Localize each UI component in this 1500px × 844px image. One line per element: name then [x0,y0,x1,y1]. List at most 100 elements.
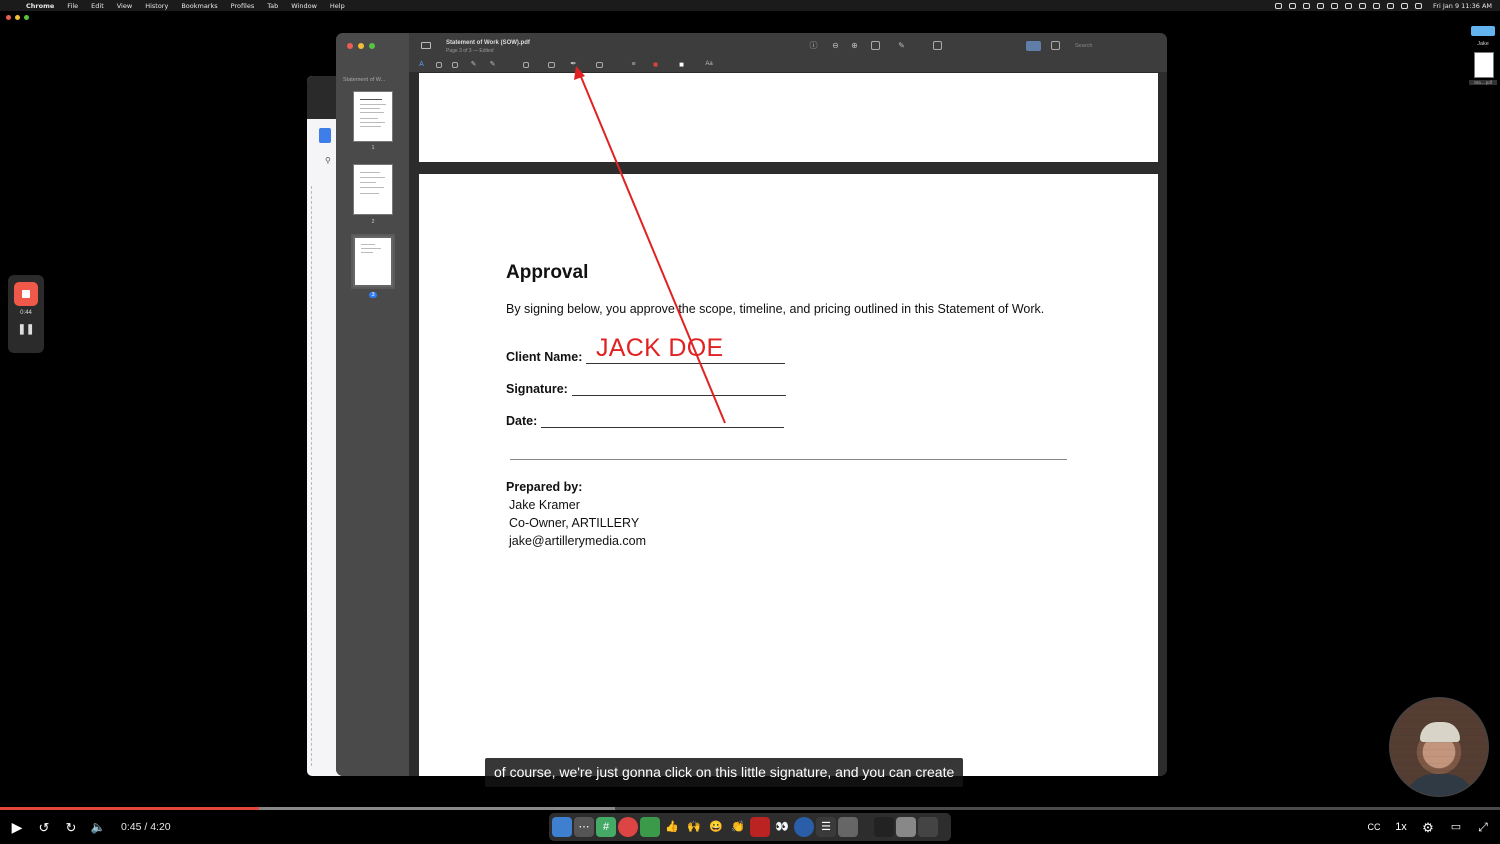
page-thumbnail-3[interactable] [351,234,395,289]
border-color-icon[interactable]: ■ [651,60,660,69]
play-icon[interactable]: ▶ [8,811,26,844]
menu-app-name[interactable]: Chrome [26,2,54,10]
macos-menu-bar: Chrome File Edit View History Bookmarks … [0,0,1500,11]
launchpad-icon[interactable]: ⋯ [574,817,594,837]
form-filling-icon[interactable] [1051,41,1060,50]
stop-recording-button[interactable] [14,282,38,306]
rewind-icon[interactable]: ↺ [35,811,53,844]
docs-icon[interactable] [319,128,331,143]
rectangular-selection-icon[interactable] [436,62,442,68]
messages-icon[interactable] [640,817,660,837]
volume-icon[interactable]: 🔈 [89,811,107,844]
record-app-icon[interactable] [750,817,770,837]
sidebar-toggle-icon[interactable] [421,42,431,49]
status-icon[interactable] [1289,2,1297,9]
captions-icon[interactable]: CC [1364,811,1384,844]
miniplayer-icon[interactable]: ▭ [1446,811,1466,844]
status-icon[interactable] [1331,2,1339,9]
clap-icon[interactable]: 👏 [728,817,748,837]
status-icon[interactable] [1275,2,1283,9]
close-icon[interactable] [6,15,11,20]
date-line[interactable] [541,416,785,428]
share-icon[interactable] [871,41,880,50]
preview-toolbar: Statement of Work (SOW).pdf Page 3 of 3 … [409,33,1167,73]
client-name-value[interactable]: JACK DOE [596,334,723,363]
draw-icon[interactable]: ✎ [488,60,497,69]
menu-window[interactable]: Window [291,2,317,10]
app-store-icon[interactable] [794,817,814,837]
close-icon[interactable] [347,43,353,49]
menu-tab[interactable]: Tab [267,2,278,10]
video-time: 0:45 / 4:20 [121,821,171,833]
page-thumbnail-1[interactable] [353,91,393,142]
maximize-icon[interactable] [24,15,29,20]
signature-icon[interactable]: ✒ [569,59,578,68]
folder-label: Jake [1477,41,1489,47]
zoom-in-icon[interactable]: ⊕ [850,41,859,50]
text-box-icon[interactable] [548,62,555,68]
search-icon[interactable] [1373,2,1381,9]
menu-bookmarks[interactable]: Bookmarks [181,2,217,10]
video-progress-bar[interactable] [0,807,1500,810]
dock-document-icon[interactable] [896,817,916,837]
notes-app-icon[interactable]: ☰ [816,817,836,837]
dock-folder-icon[interactable] [874,817,894,837]
trash-icon[interactable] [918,817,938,837]
thumbs-up-icon[interactable]: 👍 [662,817,682,837]
forward-icon[interactable]: ↻ [62,811,80,844]
signature-field: Signature: [506,382,786,396]
menu-file[interactable]: File [67,2,78,10]
markup-pen-icon[interactable]: ✎ [897,41,906,50]
menu-view[interactable]: View [117,2,132,10]
minimize-icon[interactable] [15,15,20,20]
preview-app-icon[interactable] [838,817,858,837]
eyes-icon[interactable]: 👀 [772,817,792,837]
shape-style-icon[interactable]: ≡ [629,60,638,69]
markup-toggle-icon[interactable] [1026,41,1041,51]
control-center-icon[interactable] [1415,2,1423,9]
text-style-icon[interactable]: Aa [702,60,716,69]
minimize-icon[interactable] [358,43,364,49]
preparer-title: Co-Owner, ARTILLERY [509,516,640,530]
status-icon[interactable] [1303,2,1311,9]
note-icon[interactable] [596,62,603,68]
rotate-icon[interactable] [933,41,942,50]
menu-history[interactable]: History [145,2,168,10]
page-thumbnail-2[interactable] [353,164,393,215]
fill-color-icon[interactable]: ■ [677,60,686,69]
battery-icon[interactable] [1387,2,1395,9]
menu-help[interactable]: Help [330,2,345,10]
folder-icon[interactable] [1471,26,1495,36]
search-icon[interactable]: ⚲ [325,156,331,165]
pdf-file-icon[interactable] [1474,52,1494,78]
instant-alpha-icon[interactable] [452,62,458,68]
info-icon[interactable]: ⓘ [809,41,818,50]
text-selection-icon[interactable]: A [417,60,426,69]
shapes-icon[interactable] [523,62,529,68]
maximize-icon[interactable] [369,43,375,49]
chrome-icon[interactable] [618,817,638,837]
menu-clock[interactable]: Fri Jan 9 11:36 AM [1433,2,1492,10]
sketch-icon[interactable]: ✎ [469,60,478,69]
preview-window: Statement of W... 1 2 3 Statement of Wor… [336,33,1167,776]
signature-line[interactable] [571,384,786,396]
menu-profiles[interactable]: Profiles [231,2,255,10]
settings-gear-icon[interactable]: ⚙ [1418,811,1438,844]
previous-page [419,73,1158,162]
raised-hands-icon[interactable]: 🙌 [684,817,704,837]
signature-label: Signature: [506,382,568,396]
wifi-icon[interactable] [1401,2,1409,9]
status-icon[interactable] [1359,2,1367,9]
exit-fullscreen-icon[interactable]: ⤢ [1473,811,1493,844]
menu-edit[interactable]: Edit [91,2,104,10]
playback-speed[interactable]: 1x [1391,811,1411,844]
smile-icon[interactable]: 😀 [706,817,726,837]
zoom-out-icon[interactable]: ⊖ [831,41,840,50]
pause-icon[interactable]: ❚❚ [8,324,44,335]
status-icon[interactable] [1345,2,1353,9]
vertical-ruler [311,186,312,766]
finder-icon[interactable] [552,817,572,837]
slack-icon[interactable]: # [596,817,616,837]
status-icon[interactable] [1317,2,1325,9]
search-field[interactable]: Search [1072,41,1162,52]
